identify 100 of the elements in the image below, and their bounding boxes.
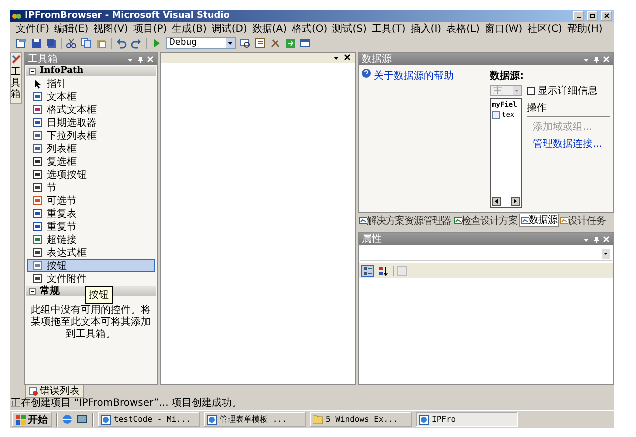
- panel-title: 属性: [362, 234, 383, 244]
- configuration-dropdown[interactable]: Debug: [166, 37, 236, 49]
- status-text: 正在创建项目 “IPFromBrowser”... 项目创建成功。: [10, 398, 243, 410]
- panel-tab[interactable]: 检查设计方案: [452, 214, 520, 227]
- redo-icon[interactable]: [131, 38, 142, 48]
- menu-item[interactable]: 测试(S): [332, 22, 367, 36]
- toolbox-item[interactable]: 格式文本框: [27, 103, 155, 116]
- menu-item[interactable]: 工具(T): [372, 22, 406, 36]
- caret-icon: [602, 248, 610, 258]
- toolbox-item[interactable]: 重复表: [27, 207, 155, 220]
- help-link[interactable]: 关于数据源的帮助: [374, 69, 454, 83]
- pointer-icon: [33, 78, 42, 88]
- dropdown-icon[interactable]: [333, 54, 340, 61]
- toolbox-item[interactable]: 超链接: [27, 233, 155, 246]
- window-icon[interactable]: [300, 38, 311, 48]
- browser-icon[interactable]: [62, 414, 73, 425]
- field-icon: [492, 111, 500, 119]
- toolbox-item[interactable]: 可选节: [27, 194, 155, 207]
- panel-tab[interactable]: 设计任务: [559, 214, 607, 227]
- arrow-box-icon[interactable]: [285, 38, 296, 48]
- tab-icon: [560, 216, 568, 225]
- toolbox-item[interactable]: 列表框: [27, 142, 155, 155]
- pin-icon[interactable]: [593, 236, 600, 242]
- menu-item[interactable]: 视图(V): [94, 22, 128, 36]
- error-list-tab[interactable]: 错误列表: [25, 385, 84, 398]
- toolbox-item[interactable]: 按钮: [27, 259, 155, 272]
- panel-title: 工具箱: [28, 54, 59, 64]
- toolbox-item[interactable]: 日期选取器: [27, 116, 155, 129]
- collapse-icon[interactable]: [29, 68, 36, 74]
- menu-item[interactable]: 文件(F): [16, 22, 50, 36]
- toolbox-item[interactable]: 表达式框: [27, 246, 155, 259]
- menu-item[interactable]: 表格(L): [446, 22, 480, 36]
- menu-item[interactable]: 数据(A): [252, 22, 288, 36]
- collapse-icon[interactable]: [29, 288, 36, 294]
- taskbar-button[interactable]: testCode - Mi...: [98, 412, 200, 427]
- caret-icon: [513, 86, 521, 95]
- toolbox-item[interactable]: 下拉列表框: [27, 129, 155, 142]
- app-icon: [419, 414, 429, 424]
- scroll-right-icon[interactable]: [511, 197, 520, 206]
- properties-icon[interactable]: [255, 38, 266, 48]
- menu-item[interactable]: 编辑(E): [54, 22, 89, 36]
- taskbar-button[interactable]: 5 Windows Ex...: [310, 412, 412, 427]
- empty-group-message: 此组中没有可用的控件。将某项拖至此文本可将其添加到工具箱。: [30, 304, 152, 342]
- categorized-button[interactable]: [361, 264, 374, 276]
- window-title: IPFromBrowser - Microsoft Visual Studio: [25, 11, 231, 21]
- folder-icon: [313, 415, 323, 424]
- tab-icon: [521, 216, 530, 224]
- pin-icon[interactable]: [137, 56, 144, 62]
- menu-item[interactable]: 社区(C): [528, 22, 562, 36]
- toolbox-item[interactable]: 节: [27, 181, 155, 194]
- scroll-left-icon[interactable]: [492, 197, 501, 206]
- windows-flag-icon: [16, 414, 26, 424]
- sort-button[interactable]: [377, 264, 390, 276]
- action-link[interactable]: 管理数据连接...: [527, 137, 610, 151]
- section-header: 操作: [527, 101, 610, 117]
- menu-item[interactable]: 调试(D): [212, 22, 248, 36]
- start-icon[interactable]: [151, 38, 162, 48]
- pin-icon[interactable]: [593, 56, 600, 62]
- start-button[interactable]: 开始: [12, 412, 52, 427]
- error-list-icon: [29, 386, 38, 396]
- panel-title: 数据源: [362, 54, 393, 64]
- tooltip: 按钮: [85, 286, 113, 304]
- toolbox-item[interactable]: 重复节: [27, 220, 155, 233]
- cut-icon[interactable]: [66, 38, 77, 48]
- save-icon[interactable]: [31, 38, 42, 48]
- help-icon[interactable]: [362, 69, 371, 78]
- menu-item[interactable]: 插入(I): [410, 22, 442, 36]
- restore-icon: [590, 13, 596, 19]
- panel-tab[interactable]: 解决方案资源管理器: [358, 214, 453, 227]
- restore-button[interactable]: [587, 11, 598, 21]
- tab-icon: [359, 216, 367, 225]
- minimize-button[interactable]: [573, 11, 584, 21]
- menu-item[interactable]: 格式(O): [292, 22, 328, 36]
- menu-item[interactable]: 生成(B): [172, 22, 207, 36]
- action-link: 添加域或组...: [532, 120, 594, 134]
- close-button[interactable]: [601, 11, 612, 21]
- menu-item[interactable]: 项目(P): [133, 22, 168, 36]
- source-label: 数据源:: [490, 70, 522, 83]
- show-details-checkbox[interactable]: 显示详细信息: [527, 84, 610, 98]
- toolbox-item[interactable]: 复选框: [27, 155, 155, 168]
- toolbox-item[interactable]: 选项按钮: [27, 168, 155, 181]
- desktop-icon[interactable]: [77, 414, 88, 425]
- tab-icon: [454, 216, 462, 225]
- taskbar-button[interactable]: IPFro: [416, 412, 518, 427]
- undo-icon[interactable]: [116, 38, 127, 48]
- taskbar-button[interactable]: 管理表单模板 ...: [204, 412, 306, 427]
- menu-item[interactable]: 帮助(H): [567, 22, 603, 36]
- new-project-icon[interactable]: [16, 38, 27, 48]
- find-icon[interactable]: [240, 38, 251, 48]
- close-icon[interactable]: [344, 54, 351, 61]
- save-all-icon[interactable]: [46, 38, 57, 48]
- paste-icon[interactable]: [96, 38, 107, 48]
- menu-item[interactable]: 窗口(W): [484, 22, 523, 36]
- toolbox-item[interactable]: 文件附件: [27, 272, 155, 285]
- copy-icon[interactable]: [81, 38, 92, 48]
- app-icon: [101, 414, 111, 424]
- categorized-icon: [362, 266, 372, 276]
- close-icon: [604, 13, 610, 19]
- toolbox-item[interactable]: 文本框: [27, 90, 155, 103]
- toolbox-item[interactable]: 指针: [27, 77, 155, 90]
